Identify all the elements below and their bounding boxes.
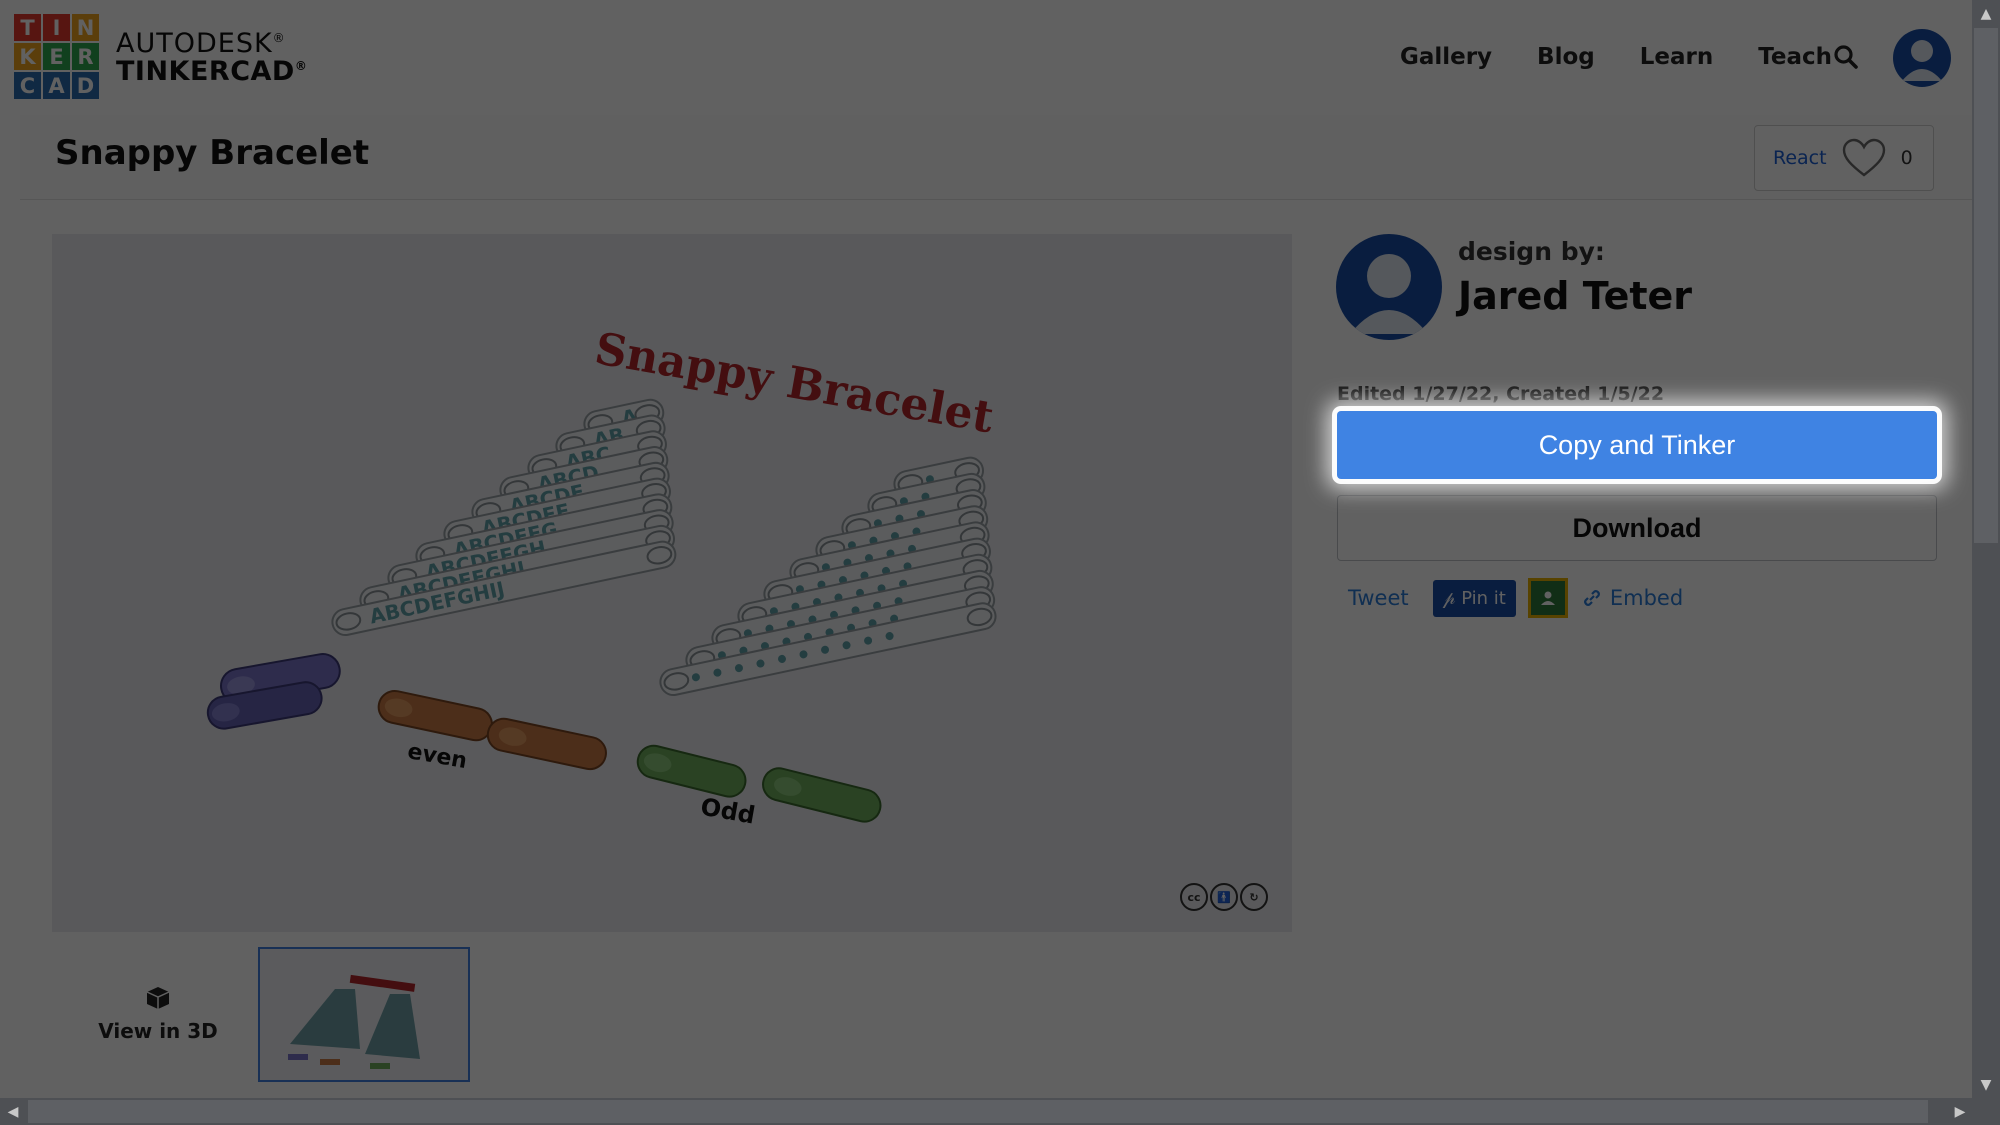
vertical-scrollbar-thumb[interactable]: [1974, 28, 1998, 543]
render-word-odd: Odd: [699, 793, 758, 830]
search-icon[interactable]: [1833, 44, 1863, 74]
design-title-bar: Snappy Bracelet React 0: [20, 115, 1972, 200]
brand-line-1: AUTODESK: [116, 28, 273, 59]
logo-letter: C: [14, 72, 41, 99]
nav-blog-link[interactable]: Blog: [1537, 44, 1595, 70]
attribution-icon: 🚹: [1210, 883, 1238, 911]
logo-letter: E: [43, 43, 70, 70]
creative-commons-badge[interactable]: cc 🚹 ↻: [1180, 883, 1268, 911]
link-icon: [1583, 590, 1600, 606]
horizontal-scrollbar-thumb[interactable]: [28, 1100, 1928, 1123]
registered-mark: ®: [294, 59, 308, 74]
loose-pieces: even Odd: [206, 653, 882, 830]
react-button[interactable]: React 0: [1754, 125, 1934, 191]
share-alike-icon: ↻: [1240, 883, 1268, 911]
tinkercad-logo[interactable]: TIN KER CAD: [14, 14, 99, 99]
cube-icon: [146, 987, 170, 1009]
pin-it-label: Pin it: [1461, 587, 1506, 609]
react-label: React: [1773, 147, 1827, 169]
download-button[interactable]: Download: [1337, 495, 1937, 561]
designer-name-link[interactable]: Jared Teter: [1458, 274, 1692, 318]
scroll-right-arrow-icon[interactable]: ▶: [1950, 1102, 1970, 1122]
cc-icon: cc: [1180, 883, 1208, 911]
user-avatar-icon[interactable]: [1893, 29, 1951, 87]
main-nav: Gallery Blog Learn Teach: [1400, 44, 1832, 70]
tweet-link[interactable]: Tweet: [1348, 586, 1409, 610]
page: TIN KER CAD AUTODESK® TINKERCAD® Gallery B…: [0, 0, 1972, 1098]
view-in-3d-label: View in 3D: [98, 1019, 218, 1043]
brand-wordmark[interactable]: AUTODESK® TINKERCAD®: [116, 28, 308, 88]
nav-teach-link[interactable]: Teach: [1758, 44, 1832, 70]
top-header: TIN KER CAD AUTODESK® TINKERCAD® Gallery B…: [0, 0, 1972, 115]
logo-letter: D: [72, 72, 99, 99]
google-classroom-icon[interactable]: [1527, 578, 1568, 618]
brand-line-2: TINKERCAD: [116, 56, 295, 88]
design-preview-image[interactable]: Snappy Bracelet A AB ABC ABCD ABCDE ABCDEF ABC…: [52, 234, 1292, 932]
nav-gallery-link[interactable]: Gallery: [1400, 44, 1492, 70]
left-bracelet-strips: AABABCABCDABCDEABCDEFABCDEFGABCDEFGHABCD…: [331, 398, 677, 637]
react-count: 0: [1900, 147, 1913, 169]
share-row: Tweet 𝓅 Pin it Embed: [1348, 578, 1683, 618]
pinterest-icon: 𝓅: [1442, 587, 1456, 609]
gallery-thumbnail[interactable]: [258, 947, 470, 1082]
embed-link[interactable]: Embed: [1582, 586, 1683, 610]
pin-it-button[interactable]: 𝓅 Pin it: [1432, 579, 1516, 617]
logo-letter: K: [14, 43, 41, 70]
copy-and-tinker-button[interactable]: Copy and Tinker: [1337, 411, 1937, 479]
heart-icon: [1842, 138, 1885, 177]
right-bracelet-strips: [659, 456, 997, 697]
logo-letter: N: [72, 14, 99, 41]
design-render: Snappy Bracelet AABABCABCDABCDEABCDEFABC…: [206, 323, 998, 830]
scroll-left-arrow-icon[interactable]: ◀: [3, 1102, 23, 1122]
view-in-3d-button[interactable]: View in 3D: [98, 985, 218, 1043]
logo-letter: I: [43, 14, 70, 41]
render-word-even: even: [406, 739, 469, 774]
registered-mark: ®: [272, 31, 286, 45]
nav-learn-link[interactable]: Learn: [1640, 44, 1714, 70]
scroll-down-arrow-icon[interactable]: ▼: [1976, 1075, 1996, 1095]
page-title: Snappy Bracelet: [55, 133, 370, 173]
logo-letter: T: [14, 14, 41, 41]
design-by-label: design by:: [1458, 237, 1605, 266]
logo-letter: R: [72, 43, 99, 70]
scroll-up-arrow-icon[interactable]: ▲: [1976, 4, 1996, 24]
embed-label: Embed: [1609, 586, 1684, 610]
logo-letter: A: [43, 72, 70, 99]
edited-created-dates: Edited 1/27/22, Created 1/5/22: [1337, 383, 1665, 405]
thumbnail-image: [288, 974, 420, 1069]
designer-avatar-icon[interactable]: [1336, 234, 1442, 340]
